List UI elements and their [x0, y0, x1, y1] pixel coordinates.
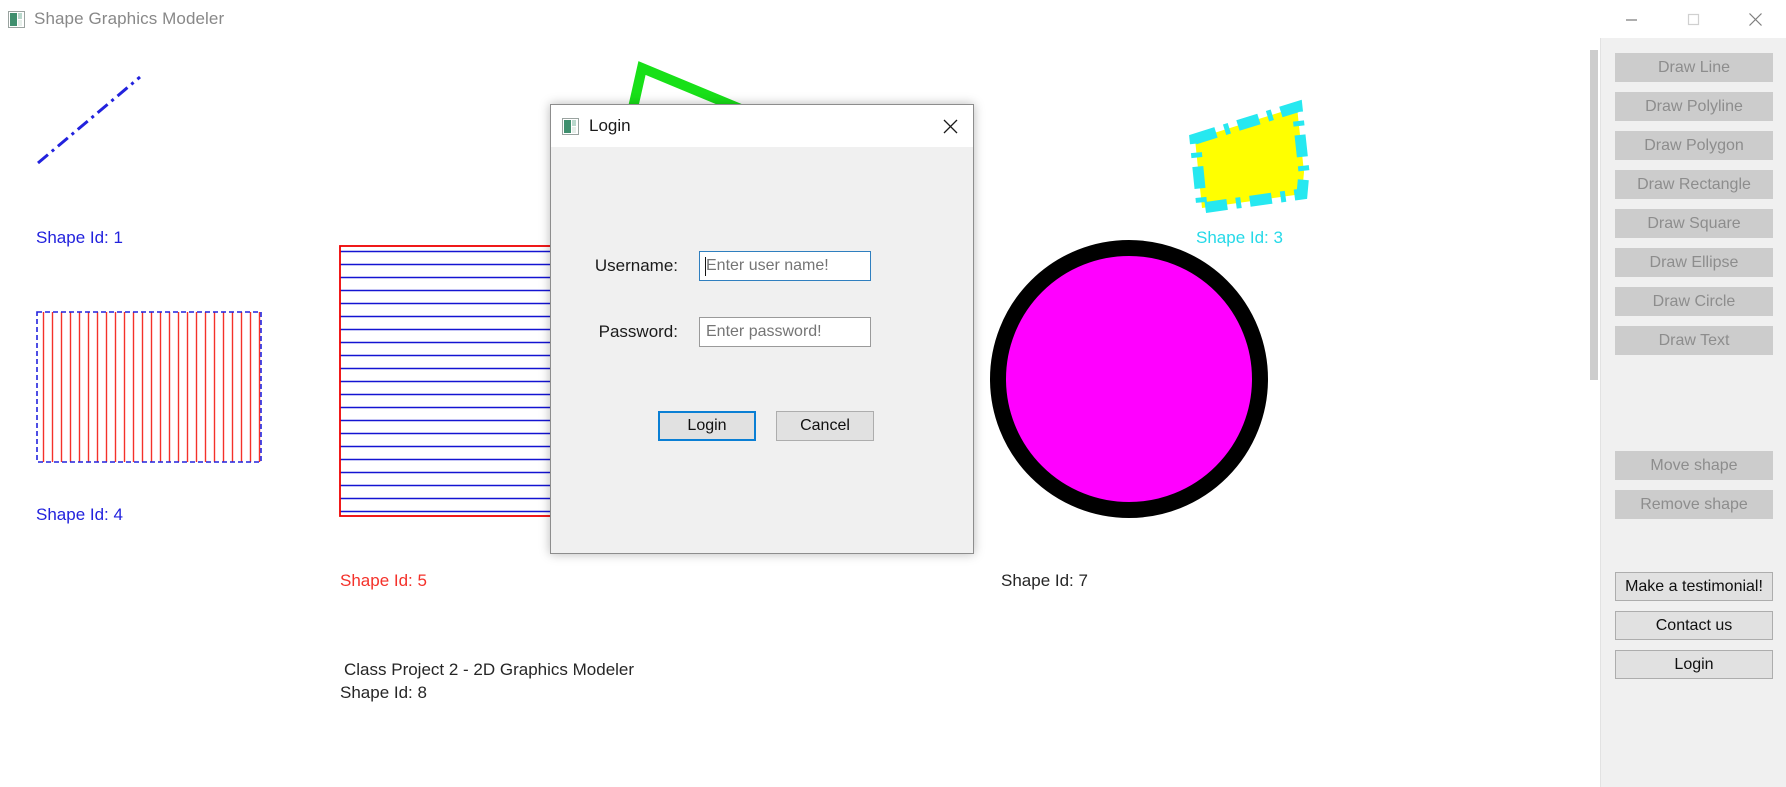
text-caret — [705, 257, 706, 276]
username-row: Username: — [560, 251, 871, 281]
move-shape-button[interactable]: Move shape — [1615, 451, 1773, 480]
username-input[interactable] — [699, 251, 871, 281]
dialog-login-button[interactable]: Login — [658, 411, 756, 441]
dialog-body: Username: Password: Login Cancel — [551, 147, 973, 553]
draw-text-button[interactable]: Draw Text — [1615, 326, 1773, 355]
maximize-icon[interactable] — [1662, 0, 1724, 38]
app-icon — [8, 10, 25, 28]
password-row: Password: — [560, 317, 871, 347]
username-label: Username: — [594, 256, 678, 275]
login-dialog: Login Username: Password: Login — [550, 104, 974, 554]
close-icon[interactable] — [1724, 0, 1786, 38]
dialog-titlebar: Login — [551, 105, 973, 147]
canvas-vertical-scrollbar[interactable] — [1588, 50, 1600, 787]
draw-polygon-button[interactable]: Draw Polygon — [1615, 131, 1773, 160]
window-controls — [1600, 0, 1786, 38]
shape-line-1 — [37, 75, 141, 165]
shape-rectangle-4 — [36, 311, 262, 463]
remove-shape-button[interactable]: Remove shape — [1615, 490, 1773, 519]
shape-label-4: Shape Id: 4 — [36, 505, 123, 524]
application-window: Shape Graphics Modeler Shape Id: 1 Shape… — [0, 0, 1786, 787]
app-icon — [562, 117, 579, 135]
draw-circle-button[interactable]: Draw Circle — [1615, 287, 1773, 316]
shape-label-5: Shape Id: 5 — [340, 571, 427, 590]
password-input[interactable] — [699, 317, 871, 347]
shape-label-3: Shape Id: 3 — [1196, 228, 1283, 247]
close-icon[interactable] — [927, 105, 973, 147]
tools-sidebar: Draw Line Draw Polyline Draw Polygon Dra… — [1600, 38, 1786, 787]
dialog-title: Login — [589, 116, 631, 135]
minimize-icon[interactable] — [1600, 0, 1662, 38]
shape-text-8: Class Project 2 - 2D Graphics Modeler — [344, 660, 635, 679]
shape-label-1: Shape Id: 1 — [36, 228, 123, 247]
draw-ellipse-button[interactable]: Draw Ellipse — [1615, 248, 1773, 277]
login-button[interactable]: Login — [1615, 650, 1773, 679]
contact-us-button[interactable]: Contact us — [1615, 611, 1773, 640]
make-testimonial-button[interactable]: Make a testimonial! — [1615, 572, 1773, 601]
password-label: Password: — [598, 322, 678, 341]
draw-polyline-button[interactable]: Draw Polyline — [1615, 92, 1773, 121]
shape-circle-7 — [990, 240, 1268, 518]
shape-polygon-3 — [1189, 99, 1310, 215]
draw-rectangle-button[interactable]: Draw Rectangle — [1615, 170, 1773, 199]
draw-line-button[interactable]: Draw Line — [1615, 53, 1773, 82]
draw-square-button[interactable]: Draw Square — [1615, 209, 1773, 238]
dialog-cancel-button[interactable]: Cancel — [776, 411, 874, 441]
shape-label-8: Shape Id: 8 — [340, 683, 427, 702]
window-title: Shape Graphics Modeler — [34, 9, 225, 28]
window-titlebar: Shape Graphics Modeler — [0, 0, 1786, 38]
shape-label-7: Shape Id: 7 — [1001, 571, 1088, 590]
scrollbar-thumb[interactable] — [1590, 50, 1598, 380]
